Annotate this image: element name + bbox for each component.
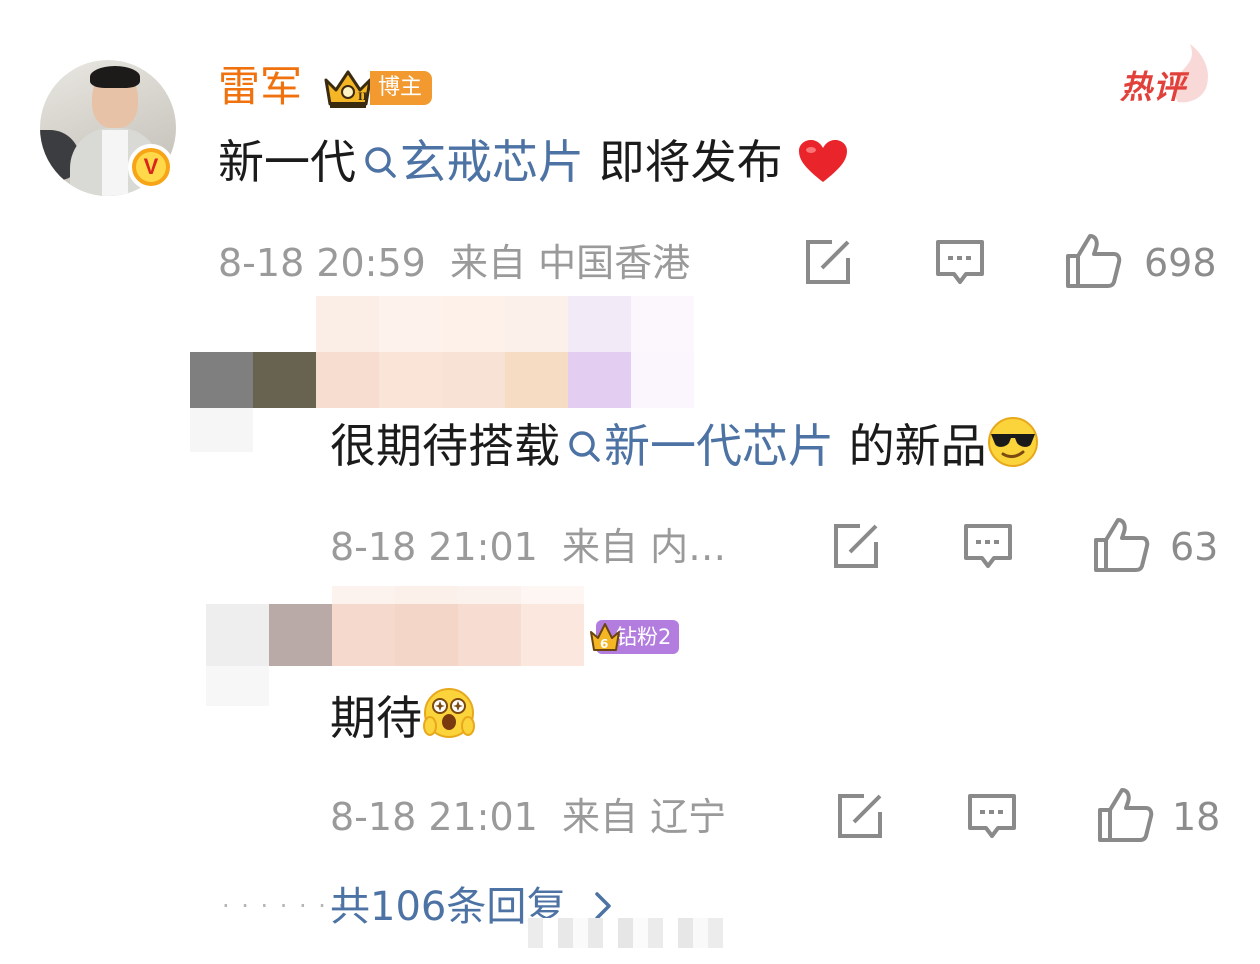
heart-emoji (799, 140, 848, 182)
like-count: 698 (1144, 241, 1217, 285)
reply-location: 来自 辽宁 (562, 795, 727, 839)
blogger-badge: 博主 (370, 71, 433, 105)
reply-meta: 8-18 21:01 来自 内… (330, 522, 726, 572)
like-count: 18 (1172, 795, 1221, 839)
like-count: 63 (1170, 525, 1219, 569)
topic-link[interactable]: 玄戒芯片 (400, 135, 584, 189)
topic-link[interactable]: 新一代芯片 (604, 419, 834, 473)
reply-text-before: 很期待搭载 (330, 419, 560, 473)
comment-icon[interactable] (934, 236, 986, 288)
repost-edit-icon[interactable] (834, 790, 886, 842)
svg-text:6: 6 (600, 637, 608, 651)
reply-text: 期待 (330, 686, 476, 748)
svg-text:II: II (358, 92, 368, 103)
reply-time: 8-18 21:01 (330, 795, 538, 839)
comment-time: 8-18 20:59 (218, 241, 426, 285)
reply-user-blurred[interactable] (206, 604, 584, 666)
repost-edit-icon[interactable] (802, 236, 854, 288)
repost-edit-icon[interactable] (830, 520, 882, 572)
topic-search-icon (365, 147, 396, 178)
hot-comment-label: 热评 (1120, 68, 1187, 106)
comment-meta: 8-18 20:59 来自 中国香港 (218, 238, 690, 288)
reply-user-blur-top (190, 296, 694, 352)
replies-divider-dots: · · · · · · · (222, 892, 348, 920)
crown-icon: 6 (590, 623, 620, 651)
like-icon[interactable] (1092, 516, 1150, 574)
reply-time: 8-18 21:01 (330, 525, 538, 569)
verified-badge-icon: V (128, 144, 174, 190)
reply-location: 来自 内… (562, 525, 727, 569)
starstruck-emoji (423, 688, 475, 738)
reply-user-blur-bottom (190, 408, 316, 452)
comment-text-after: 即将发布 (598, 135, 783, 189)
comment-icon[interactable] (962, 520, 1014, 572)
reply-user-blurred[interactable] (190, 352, 694, 408)
crown-icon: II (324, 70, 372, 108)
reply-meta: 8-18 21:01 来自 辽宁 (330, 792, 726, 842)
reply-text: 很期待搭载 新一代芯片 的新品 (330, 416, 1039, 476)
watermark-mosaic (528, 918, 723, 948)
reply-user-blur-top (206, 586, 584, 604)
comment-icon[interactable] (966, 790, 1018, 842)
reply-user-blur-bottom (206, 666, 269, 706)
comment-text-before: 新一代 (218, 135, 356, 189)
comment-location: 来自 中国香港 (450, 241, 691, 285)
topic-search-icon (569, 431, 600, 462)
like-icon[interactable] (1064, 232, 1122, 290)
like-icon[interactable] (1096, 786, 1154, 844)
reply-text-after: 的新品 (848, 419, 987, 473)
comment-text: 新一代 玄戒芯片 即将发布 (218, 132, 849, 192)
sunglasses-emoji (987, 417, 1038, 467)
author-name[interactable]: 雷军 (218, 60, 302, 114)
reply-text-content: 期待 (330, 691, 422, 745)
